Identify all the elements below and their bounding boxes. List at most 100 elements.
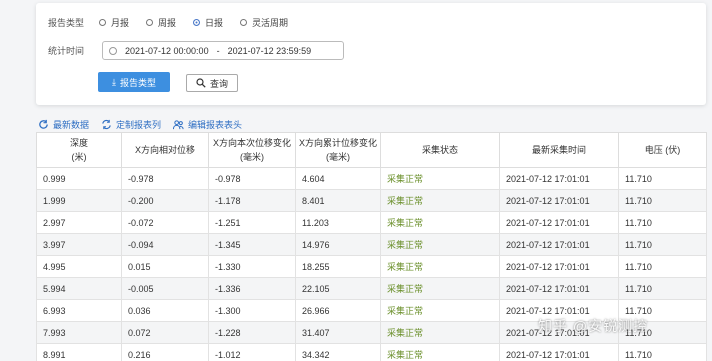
table-cell: 11.710 [618, 189, 707, 212]
table-cell: -0.005 [121, 277, 209, 300]
table-cell: 2.997 [36, 211, 122, 234]
radio-weekly[interactable]: 周报 [146, 16, 176, 29]
report-type-button[interactable]: ⤓ 报告类型 [98, 72, 170, 92]
radio-icon [99, 18, 106, 26]
table-cell: 34.342 [295, 343, 381, 361]
table-cell: 1.999 [36, 189, 122, 212]
table-cell: 14.976 [295, 233, 381, 256]
table-row: 1.999 -0.200 -1.178 8.401 采集正常 2021-07-12 17:… [36, 189, 707, 212]
column-header: 最新采集时间 [499, 132, 619, 168]
status-cell: 采集正常 [380, 167, 500, 190]
column-header-line: 最新采集时间 [531, 145, 586, 155]
table-cell: -1.300 [208, 299, 296, 322]
table-cell: 2021-07-12 17:01:01 [499, 255, 619, 278]
radio-icon [240, 18, 248, 26]
table-cell: -0.072 [121, 211, 209, 234]
table-row: 4.995 0.015 -1.330 18.255 采集正常 2021-07-12 17:… [36, 255, 707, 278]
column-header: X方向累计位移变化 (毫米) [295, 132, 381, 168]
radio-icon [146, 18, 154, 26]
table-cell: -0.094 [121, 233, 209, 256]
table-cell: 2021-07-12 17:01:01 [499, 189, 619, 212]
table-cell: 22.105 [295, 277, 381, 300]
column-header: 电压 (伏) [618, 132, 707, 168]
table-row: 5.994 -0.005 -1.336 22.105 采集正常 2021-07-12 17… [36, 277, 707, 300]
sync-icon [102, 119, 111, 130]
table-cell: 11.710 [618, 277, 707, 300]
status-cell: 采集正常 [380, 189, 500, 212]
date-range-picker[interactable]: 2021-07-12 00:00:00 - 2021-07-12 23:59:5… [102, 41, 344, 60]
users-icon [173, 120, 184, 130]
table-cell: -0.978 [208, 167, 296, 190]
download-icon: ⤓ [112, 76, 116, 87]
table-cell: 4.995 [36, 255, 122, 278]
column-header: X方向本次位移变化 (毫米) [208, 132, 296, 168]
filter-panel: 报告类型 月报 周报 日报 灵活周期 统计时间 2021-07-12 00:00… [36, 3, 706, 105]
table-row: 3.997 -0.094 -1.345 14.976 采集正常 2021-07-12 17… [36, 233, 707, 256]
table-cell: 5.994 [36, 277, 122, 300]
table-header-row: 深度 (米) X方向相对位移 X方向本次位移变化 (毫米) X方向累计位移变化 (毫米) 采集… [36, 132, 707, 168]
table-cell: -0.978 [121, 167, 209, 190]
table-cell: 8.991 [36, 343, 122, 361]
column-header-line: X方向相对位移 [134, 145, 195, 155]
status-cell: 采集正常 [380, 299, 500, 322]
customize-columns-link[interactable]: 定制报表列 [101, 118, 161, 131]
table-cell: 2021-07-12 17:01:01 [499, 343, 619, 361]
column-header: 深度 (米) [36, 132, 122, 168]
clock-icon [109, 46, 117, 55]
table-cell: 11.203 [295, 211, 381, 234]
search-button[interactable]: 查询 [186, 74, 238, 92]
status-cell: 采集正常 [380, 343, 500, 361]
watermark: 知乎 @安锐测控 [538, 318, 649, 334]
table-row: 0.999 -0.978 -0.978 4.604 采集正常 2021-07-12 17:… [36, 167, 707, 190]
status-cell: 采集正常 [380, 277, 500, 300]
table-cell: -1.330 [208, 255, 296, 278]
search-icon [196, 78, 206, 88]
table-cell: 4.604 [295, 167, 381, 190]
stat-time-row: 统计时间 2021-07-12 00:00:00 - 2021-07-12 23… [48, 41, 344, 60]
table-cell: 18.255 [295, 255, 381, 278]
table-row: 8.991 0.216 -1.012 34.342 采集正常 2021-07-12 17:… [36, 343, 707, 361]
status-cell: 采集正常 [380, 233, 500, 256]
table-toolbar: 最新数据 定制报表列 编辑报表表头 [38, 118, 254, 131]
table-cell: 0.999 [36, 167, 122, 190]
column-header-line: (毫米) [326, 152, 350, 162]
table-cell: 2021-07-12 17:01:01 [499, 277, 619, 300]
table-cell: 11.710 [618, 211, 707, 234]
column-header-line: (毫米) [240, 152, 264, 162]
table-cell: -1.228 [208, 321, 296, 344]
table-cell: 31.407 [295, 321, 381, 344]
range-end: 2021-07-12 23:59:59 [227, 45, 312, 56]
table-cell: 2021-07-12 17:01:01 [499, 167, 619, 190]
radio-daily[interactable]: 日报 [193, 16, 223, 29]
status-cell: 采集正常 [380, 255, 500, 278]
status-cell: 采集正常 [380, 211, 500, 234]
table-cell: 7.993 [36, 321, 122, 344]
edit-header-link[interactable]: 编辑报表表头 [173, 118, 242, 131]
table-cell: 8.401 [295, 189, 381, 212]
table-cell: 0.216 [121, 343, 209, 361]
column-header-line: 采集状态 [421, 145, 458, 155]
report-type-label: 报告类型 [48, 17, 85, 28]
column-header-line: X方向本次位移变化 [212, 138, 291, 148]
table-row: 2.997 -0.072 -1.251 11.203 采集正常 2021-07-12 17… [36, 211, 707, 234]
range-start: 2021-07-12 00:00:00 [125, 45, 209, 56]
table-cell: 0.072 [121, 321, 209, 344]
radio-monthly[interactable]: 月报 [99, 16, 129, 29]
refresh-data-link[interactable]: 最新数据 [38, 118, 89, 131]
refresh-icon [39, 119, 48, 129]
column-header-line: 电压 (伏) [644, 145, 681, 155]
range-separator: - [216, 45, 220, 56]
column-header: 采集状态 [380, 132, 500, 168]
table-cell: 11.710 [618, 233, 707, 256]
table-cell: 11.710 [618, 343, 707, 361]
table-cell: 6.993 [36, 299, 122, 322]
table-cell: 3.997 [36, 233, 122, 256]
radio-selected-icon [193, 18, 201, 26]
radio-flexible-period[interactable]: 灵活周期 [240, 16, 288, 29]
table-cell: -1.012 [208, 343, 296, 361]
report-type-row: 报告类型 月报 周报 日报 灵活周期 [48, 15, 298, 29]
column-header-line: (米) [71, 152, 87, 162]
column-header-line: X方向累计位移变化 [298, 138, 377, 148]
table-cell: 2021-07-12 17:01:01 [499, 233, 619, 256]
table-cell: -1.345 [208, 233, 296, 256]
